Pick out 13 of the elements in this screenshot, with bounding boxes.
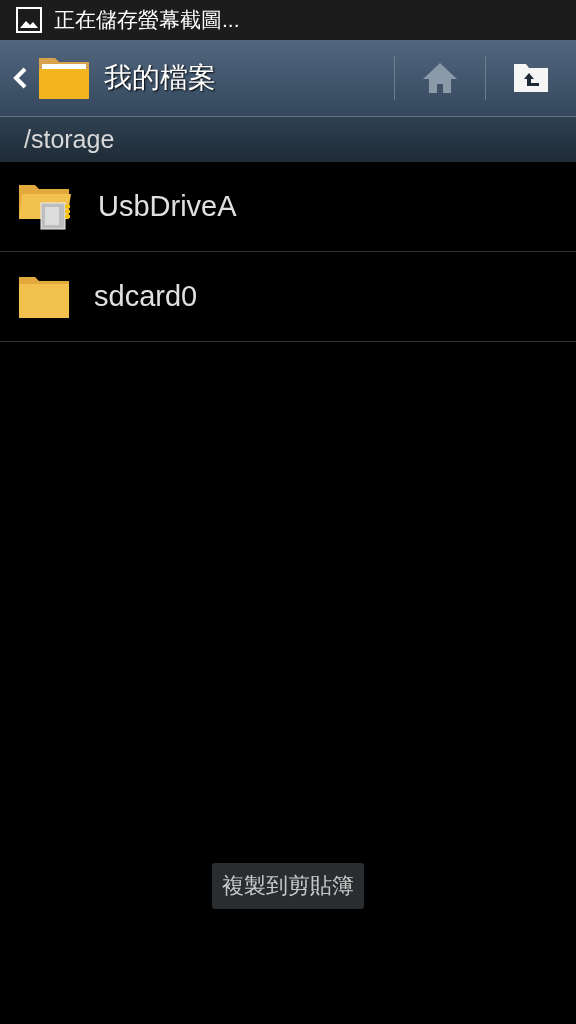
folder-icon <box>18 274 70 319</box>
image-icon <box>16 7 42 33</box>
path-text: /storage <box>24 125 115 154</box>
app-title: 我的檔案 <box>104 61 217 95</box>
file-list-item[interactable]: UsbDriveA <box>0 162 576 252</box>
folder-up-icon <box>513 63 549 93</box>
folder-with-card-icon <box>18 183 74 230</box>
home-icon <box>422 62 458 94</box>
back-icon <box>12 66 28 90</box>
notification-text: 正在儲存螢幕截圖... <box>54 7 240 33</box>
toast-message: 複製到剪貼簿 <box>212 863 364 909</box>
file-list-item[interactable]: sdcard0 <box>0 252 576 342</box>
folder-icon <box>38 56 90 100</box>
